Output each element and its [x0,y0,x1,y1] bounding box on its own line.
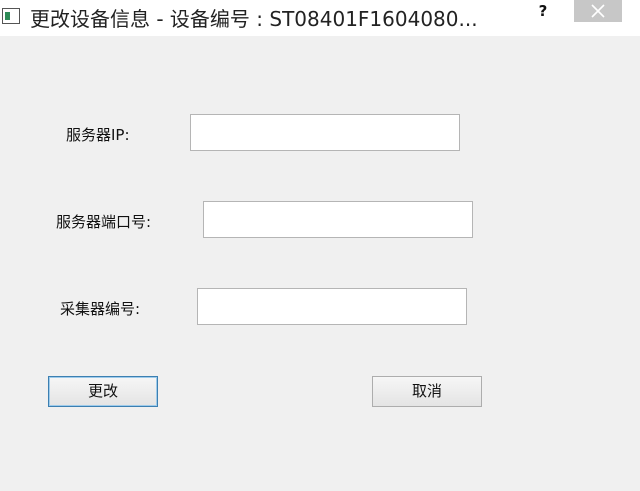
help-button[interactable]: ? [536,2,550,22]
change-button[interactable]: 更改 [48,376,158,407]
close-icon [591,4,605,18]
collector-id-input[interactable] [197,288,467,325]
app-icon [2,8,20,24]
server-ip-input[interactable] [190,114,460,151]
collector-id-label: 采集器编号: [60,300,141,318]
server-port-label: 服务器端口号: [56,213,152,231]
cancel-button[interactable]: 取消 [372,376,482,407]
dialog-window: 更改设备信息 - 设备编号 : ST08401F1604080... ? 服务器… [0,0,640,491]
title-bar: 更改设备信息 - 设备编号 : ST08401F1604080... ? [0,0,640,36]
close-button[interactable] [574,0,622,22]
window-title: 更改设备信息 - 设备编号 : ST08401F1604080... [30,7,478,31]
server-ip-label: 服务器IP: [66,126,130,144]
server-port-input[interactable] [203,201,473,238]
